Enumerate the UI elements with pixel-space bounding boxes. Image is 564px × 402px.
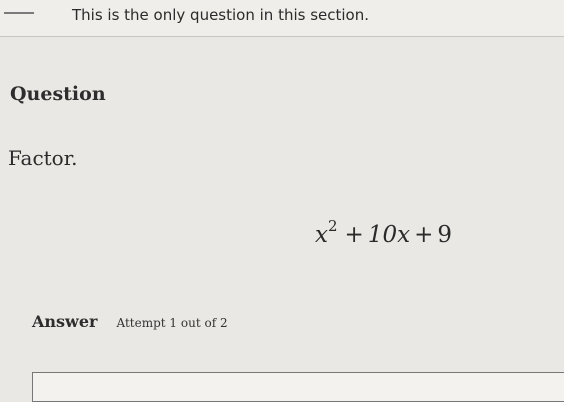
question-heading: Question [10,83,106,105]
section-banner: This is the only question in this sectio… [0,0,564,37]
expression-base: x [315,222,328,248]
attempt-counter: Attempt 1 out of 2 [116,316,228,330]
expression-constant: 9 [437,222,452,248]
math-expression: x2 +10x +9 [315,217,452,248]
expression-exponent: 2 [327,217,338,235]
answer-row: Answer Attempt 1 out of 2 [32,312,228,331]
question-prompt: Factor. [8,146,78,170]
answer-input[interactable] [32,372,564,402]
expression-plus-2: + [414,222,434,248]
banner-text: This is the only question in this sectio… [72,6,369,24]
answer-label: Answer [32,312,98,331]
banner-marker-icon [4,4,34,14]
expression-middle-term: 10x [367,222,411,248]
expression-plus-1: + [344,222,364,248]
